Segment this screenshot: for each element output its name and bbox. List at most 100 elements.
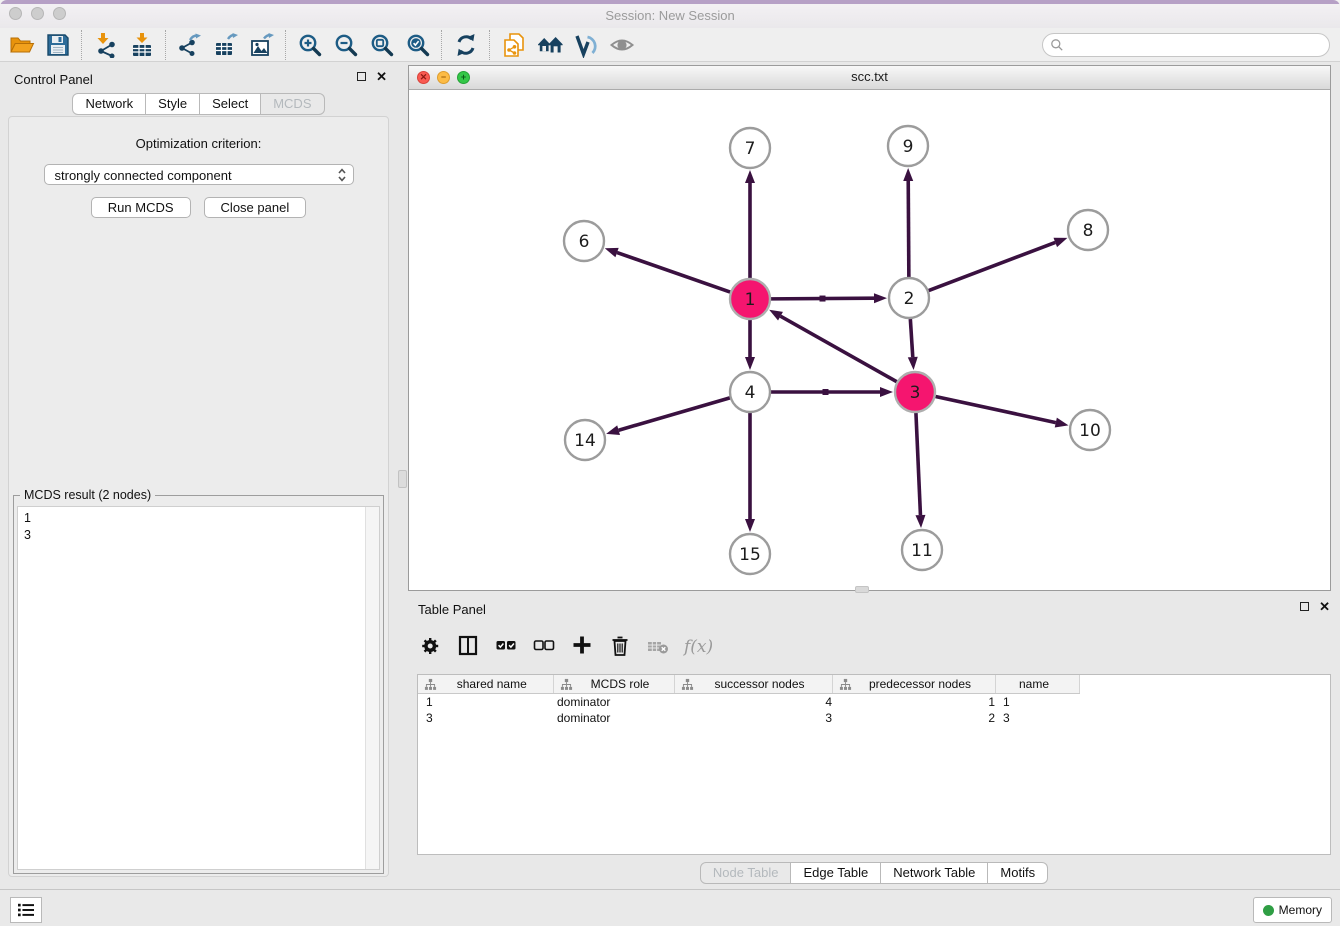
result-scrollbar[interactable] (365, 507, 379, 869)
search-input[interactable] (1042, 33, 1330, 57)
gear-icon (418, 633, 442, 657)
mcds-result-textarea[interactable]: 1 3 (17, 506, 380, 870)
column-header-successor-nodes[interactable]: successor nodes (674, 675, 832, 694)
import-network-button[interactable] (88, 30, 124, 60)
cell-mcds-role[interactable]: dominator (553, 710, 674, 726)
tab-mcds[interactable]: MCDS (261, 93, 324, 115)
graph-edge[interactable] (908, 181, 909, 277)
cell-name[interactable]: 1 (995, 694, 1079, 711)
mcds-result-group: MCDS result (2 nodes) 1 3 (13, 495, 384, 874)
export-network-button[interactable] (172, 30, 208, 60)
open-session-button[interactable] (4, 30, 40, 60)
tab-select[interactable]: Select (200, 93, 261, 115)
main-toolbar (0, 28, 1340, 62)
memory-button[interactable]: Memory (1253, 897, 1332, 923)
table-panel-header: Table Panel ✕ (408, 595, 1340, 623)
node-label: 1 (745, 290, 756, 310)
network-table-splitter-handle[interactable] (855, 586, 869, 593)
table-row[interactable]: 1 dominator 4 1 1 (418, 694, 1079, 711)
export-network-icon (177, 32, 203, 58)
edge-arrowhead-icon (605, 248, 619, 257)
tab-network[interactable]: Network (72, 93, 146, 115)
save-session-button[interactable] (40, 30, 76, 60)
tab-style[interactable]: Style (146, 93, 200, 115)
export-table-icon (213, 32, 239, 58)
delete-columns-button[interactable] (608, 633, 632, 662)
graph-edge[interactable] (780, 316, 896, 382)
node-table-grid: shared name MCDS role successor nodes pr… (418, 675, 1080, 726)
float-panel-icon[interactable] (357, 72, 366, 81)
tab-motifs[interactable]: Motifs (988, 862, 1048, 884)
tab-network-table[interactable]: Network Table (881, 862, 988, 884)
function-builder-button[interactable]: f(x) (684, 637, 713, 657)
show-hide-graphics-button[interactable] (604, 30, 640, 60)
graph-edge[interactable] (929, 242, 1056, 290)
criterion-select[interactable]: strongly connected component (44, 164, 354, 185)
mcds-result-title: MCDS result (2 nodes) (20, 488, 155, 502)
home-houses-icon (537, 32, 563, 58)
table-panel-title: Table Panel (418, 602, 486, 617)
zoom-fit-button[interactable] (364, 30, 400, 60)
graph-edge[interactable] (619, 398, 730, 430)
graph-edge[interactable] (936, 396, 1056, 422)
cell-successor-nodes[interactable]: 4 (674, 694, 832, 711)
column-header-predecessor-nodes[interactable]: predecessor nodes (832, 675, 995, 694)
plus-icon (570, 633, 594, 657)
cell-mcds-role[interactable]: dominator (553, 694, 674, 711)
tab-node-table[interactable]: Node Table (700, 862, 792, 884)
zoom-selected-icon (405, 32, 431, 58)
close-panel-icon[interactable]: ✕ (1319, 602, 1330, 611)
mcds-panel: Optimization criterion: strongly connect… (8, 116, 389, 877)
column-header-mcds-role[interactable]: MCDS role (553, 675, 674, 694)
style-v-icon (573, 32, 599, 58)
delete-table-button[interactable] (646, 633, 670, 662)
close-panel-icon[interactable]: ✕ (376, 72, 387, 81)
table-row[interactable]: 3 dominator 3 2 3 (418, 710, 1079, 726)
panel-splitter-handle[interactable] (398, 470, 407, 488)
show-columns-button[interactable] (456, 633, 480, 662)
first-neighbors-button[interactable] (532, 30, 568, 60)
frame-maximize-icon[interactable]: + (457, 71, 470, 84)
zoom-out-button[interactable] (328, 30, 364, 60)
unselect-all-columns-button[interactable] (532, 633, 556, 662)
cell-shared-name[interactable]: 1 (418, 694, 553, 711)
select-all-columns-button[interactable] (494, 633, 518, 662)
task-history-button[interactable] (10, 897, 42, 923)
frame-close-icon[interactable]: ✕ (417, 71, 430, 84)
apply-layout-button[interactable] (448, 30, 484, 60)
edge-arrowhead-icon (606, 425, 620, 435)
tab-edge-table[interactable]: Edge Table (791, 862, 881, 884)
zoom-in-button[interactable] (292, 30, 328, 60)
column-header-shared-name[interactable]: shared name (418, 675, 553, 694)
node-table[interactable]: shared name MCDS role successor nodes pr… (417, 674, 1331, 855)
graph-edge[interactable] (617, 253, 730, 293)
cell-shared-name[interactable]: 3 (418, 710, 553, 726)
cell-successor-nodes[interactable]: 3 (674, 710, 832, 726)
clone-network-button[interactable] (496, 30, 532, 60)
show-style-button[interactable] (568, 30, 604, 60)
control-panel-header: Control Panel ✕ (0, 65, 397, 93)
column-tree-icon (839, 678, 852, 691)
run-mcds-button[interactable]: Run MCDS (91, 197, 191, 218)
import-table-button[interactable] (124, 30, 160, 60)
frame-minimize-icon[interactable]: − (437, 71, 450, 84)
zoom-selected-button[interactable] (400, 30, 436, 60)
refresh-icon (453, 32, 479, 58)
window-accent-strip (0, 0, 1340, 4)
create-column-button[interactable] (570, 633, 594, 662)
cell-predecessor-nodes[interactable]: 2 (832, 710, 995, 726)
network-canvas[interactable]: 7968124314101511 (409, 90, 1330, 591)
column-header-name[interactable]: name (995, 675, 1079, 694)
table-options-button[interactable] (418, 633, 442, 662)
export-image-button[interactable] (244, 30, 280, 60)
network-frame-titlebar[interactable]: ✕ − + scc.txt (409, 66, 1330, 90)
graph-edge[interactable] (910, 319, 912, 357)
application-window: Session: New Session (0, 0, 1340, 926)
cell-predecessor-nodes[interactable]: 1 (832, 694, 995, 711)
graph-edge[interactable] (916, 413, 921, 515)
import-table-icon (129, 32, 155, 58)
float-panel-icon[interactable] (1300, 602, 1309, 611)
close-panel-button[interactable]: Close panel (204, 197, 307, 218)
export-table-button[interactable] (208, 30, 244, 60)
cell-name[interactable]: 3 (995, 710, 1079, 726)
